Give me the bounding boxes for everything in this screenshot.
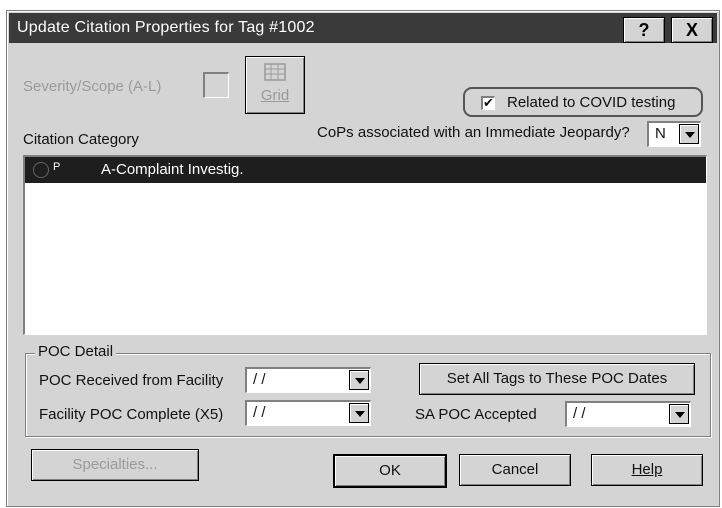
dialog-window: Update Citation Properties for Tag #1002… (6, 10, 720, 507)
poc-detail-group-label: POC Detail (35, 343, 117, 360)
title-bar[interactable]: Update Citation Properties for Tag #1002… (9, 13, 717, 43)
specialties-button[interactable]: Specialties... (31, 449, 199, 481)
poc-received-value: / / (253, 371, 266, 388)
set-all-tags-button[interactable]: Set All Tags to These POC Dates (419, 363, 695, 395)
list-item-text: A-Complaint Investig. (101, 161, 244, 178)
dropdown-arrow-icon[interactable] (349, 370, 369, 390)
ok-button[interactable]: OK (333, 454, 447, 488)
sa-poc-accepted-label: SA POC Accepted (415, 406, 537, 423)
covid-checkbox[interactable]: ✔ (481, 96, 495, 110)
help-question-button[interactable]: ? (623, 17, 665, 43)
severity-scope-label: Severity/Scope (A-L) (23, 78, 162, 95)
immediate-jeopardy-label: CoPs associated with an Immediate Jeopar… (317, 124, 630, 141)
grid-button[interactable]: Grid (245, 56, 305, 114)
citation-category-list[interactable]: P A-Complaint Investig. (23, 155, 707, 335)
poc-received-label: POC Received from Facility (39, 372, 224, 389)
sa-poc-accepted-select[interactable]: / / (565, 401, 691, 427)
grid-button-label: Grid (260, 87, 290, 104)
severity-scope-field[interactable] (203, 72, 229, 98)
facility-poc-complete-value: / / (253, 404, 266, 421)
citation-category-label: Citation Category (23, 131, 139, 148)
immediate-jeopardy-value: N (655, 125, 666, 142)
dropdown-arrow-icon[interactable] (349, 403, 369, 423)
close-button[interactable]: X (671, 17, 713, 43)
dropdown-arrow-icon[interactable] (669, 404, 689, 424)
list-item-status: P (53, 161, 61, 173)
grid-icon (264, 63, 286, 81)
facility-poc-complete-label: Facility POC Complete (X5) (39, 406, 224, 423)
dialog-title: Update Citation Properties for Tag #1002 (17, 19, 315, 36)
help-button[interactable]: Help (591, 454, 703, 486)
cancel-button[interactable]: Cancel (459, 454, 571, 486)
facility-poc-complete-select[interactable]: / / (245, 400, 371, 426)
covid-label: Related to COVID testing (507, 94, 676, 111)
sa-poc-accepted-value: / / (573, 405, 586, 422)
poc-received-select[interactable]: / / (245, 367, 371, 393)
immediate-jeopardy-select[interactable]: N (647, 121, 701, 147)
dropdown-arrow-icon[interactable] (679, 124, 699, 144)
list-item[interactable]: P A-Complaint Investig. (25, 157, 706, 183)
help-button-label: Help (631, 461, 663, 478)
radio-icon (33, 162, 49, 178)
